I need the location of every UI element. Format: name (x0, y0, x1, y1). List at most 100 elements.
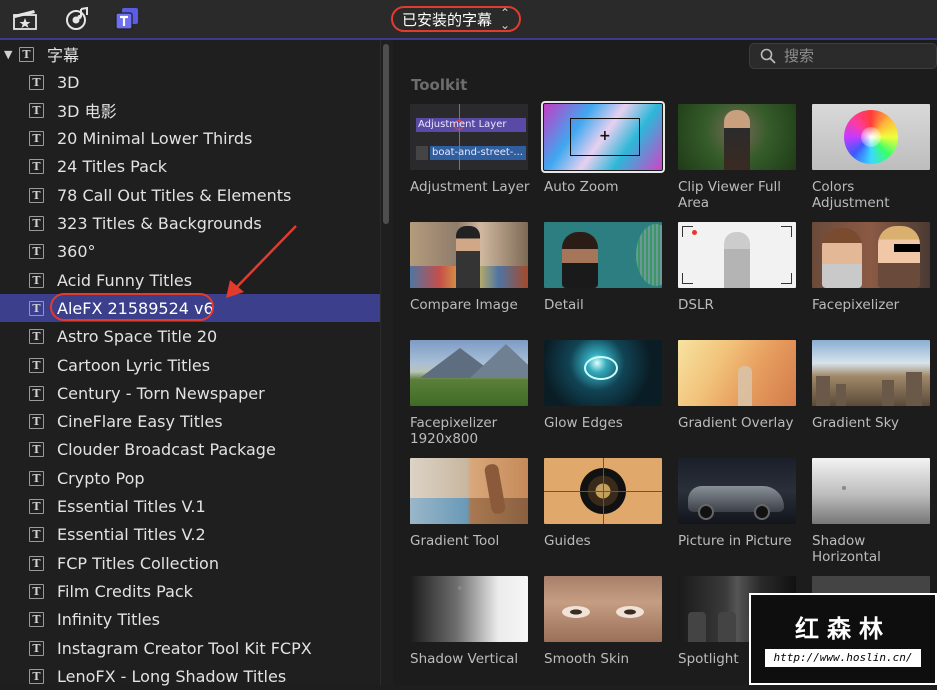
effect-label: Glow Edges (544, 415, 672, 431)
sidebar-item[interactable]: T 20 Minimal Lower Thirds (0, 125, 380, 153)
effect-label-line: Colors (812, 179, 855, 195)
library-selector[interactable]: 已安装的字幕 ⌃ ⌄ (391, 6, 521, 32)
sidebar-item[interactable]: T CineFlare Easy Titles (0, 408, 380, 436)
sidebar-item[interactable]: T Crypto Pop (0, 464, 380, 492)
sidebar-item[interactable]: T AleFX 21589524 v6 (0, 294, 380, 323)
sidebar-item[interactable]: T 3D (0, 68, 380, 96)
effect-thumbnail[interactable] (544, 222, 662, 288)
sidebar-item[interactable]: T FCP Titles Collection (0, 549, 380, 577)
title-t-icon: T (29, 357, 44, 373)
thumbnail-graphic (562, 606, 590, 618)
sidebar-item-label: Film Credits Pack (57, 581, 193, 601)
effect-label-line: Clip Viewer Full (678, 179, 782, 195)
sidebar-item-label: Cartoon Lyric Titles (57, 355, 211, 375)
sidebar-item[interactable]: T Clouder Broadcast Package (0, 436, 380, 464)
search-field[interactable] (749, 43, 937, 69)
title-t-icon: T (29, 414, 44, 430)
thumbnail-graphic (822, 228, 862, 288)
title-t-icon: T (29, 470, 44, 486)
effect-thumbnail[interactable] (410, 222, 528, 288)
effect-thumbnail[interactable] (812, 458, 930, 524)
title-t-icon: T (29, 272, 44, 288)
sidebar-item-label: 323 Titles & Backgrounds (57, 214, 262, 233)
title-t-icon: T (29, 583, 44, 599)
sidebar-item-label: Acid Funny Titles (57, 270, 193, 290)
sidebar-item[interactable]: T Instagram Creator Tool Kit FCPX (0, 634, 380, 662)
effect-label: DSLR (678, 297, 806, 313)
thumbnail-graphic (682, 273, 693, 284)
sidebar-item-label: Infinity Titles (57, 610, 160, 630)
sidebar-item[interactable]: T Cartoon Lyric Titles (0, 351, 380, 379)
title-t-icon: T (29, 555, 44, 571)
effect-thumbnail[interactable] (410, 340, 528, 406)
section-title: Toolkit (411, 76, 468, 94)
sidebar-item-label: FCP Titles Collection (57, 553, 219, 573)
titles-t-icon[interactable] (114, 7, 140, 31)
effect-thumbnail[interactable] (812, 340, 930, 406)
effect-label: Gradient Tool (410, 533, 538, 549)
title-t-icon: T (29, 442, 44, 458)
title-t-icon: T (29, 640, 44, 656)
effect-label-line: Shadow Vertical (410, 651, 519, 667)
sidebar-item-label: 360° (57, 242, 96, 262)
effect-thumbnail[interactable] (544, 458, 662, 524)
music-camera-icon[interactable] (64, 7, 90, 31)
title-t-icon: T (29, 74, 44, 90)
watermark-logo: 红森林 http://www.hoslin.cn/ (749, 593, 937, 685)
thumbnail-graphic (562, 232, 598, 288)
sidebar-item[interactable]: T Century - Torn Newspaper (0, 379, 380, 407)
sidebar-item[interactable]: T Essential Titles V.2 (0, 521, 380, 549)
effect-label-line: Facepixelizer (410, 415, 498, 431)
effect-thumbnail[interactable] (410, 458, 528, 524)
thumbnail-graphic (906, 372, 922, 406)
thumbnail-graphic (844, 110, 898, 164)
effect-label: Facepixelizer (812, 297, 937, 313)
sidebar-item-label: Essential Titles V.1 (57, 497, 206, 516)
sidebar-item[interactable]: T 360° (0, 238, 380, 266)
effect-thumbnail[interactable] (678, 222, 796, 288)
thumbnail-graphic (470, 344, 528, 378)
sidebar-item[interactable]: T Acid Funny Titles (0, 266, 380, 294)
sidebar-item[interactable]: T Essential Titles V.1 (0, 493, 380, 521)
effect-label-line: Smooth Skin (544, 651, 630, 667)
title-t-icon: T (29, 668, 44, 684)
sidebar-item[interactable]: T 78 Call Out Titles & Elements (0, 181, 380, 209)
sidebar-item-label: Astro Space Title 20 (57, 327, 218, 347)
thumbnail-graphic (878, 226, 920, 288)
sidebar-item[interactable]: T Infinity Titles (0, 606, 380, 634)
sidebar-item[interactable]: T 24 Titles Pack (0, 153, 380, 181)
thumbnail-text: Adjustment Layer (418, 119, 507, 130)
effect-thumbnail[interactable] (678, 340, 796, 406)
sidebar-item[interactable]: T Astro Space Title 20 (0, 323, 380, 351)
clapperboard-star-icon[interactable] (12, 7, 38, 31)
effect-thumbnail[interactable] (812, 104, 930, 170)
effect-label: Shadow Vertical (410, 651, 538, 667)
effect-thumbnail[interactable] (678, 104, 796, 170)
sidebar-root-titles[interactable]: ▼ T 字幕 (0, 40, 380, 68)
effect-thumbnail[interactable] (812, 222, 930, 288)
effect-thumbnail[interactable] (410, 576, 528, 642)
thumbnail-graphic (754, 504, 770, 520)
sidebar-item[interactable]: T Film Credits Pack (0, 577, 380, 605)
thumbnail-graphic (842, 486, 846, 490)
effect-thumbnail[interactable] (544, 340, 662, 406)
effect-label-line: Facepixelizer (812, 297, 900, 313)
effect-label: Smooth Skin (544, 651, 672, 667)
effect-thumbnail[interactable] (544, 576, 662, 642)
effect-thumbnail[interactable]: Adjustment Layer boat-and-street-... (410, 104, 528, 170)
sidebar-item[interactable]: T LenoFX - Long Shadow Titles (0, 662, 380, 690)
effect-label: Gradient Overlay (678, 415, 806, 431)
search-input[interactable] (784, 47, 924, 65)
sidebar-item-label: Crypto Pop (57, 468, 145, 488)
effect-label-line: Area (678, 195, 710, 211)
effect-label-line: Auto Zoom (544, 179, 619, 195)
sidebar-scrollbar[interactable] (383, 44, 389, 224)
effect-label-line: Horizontal (812, 549, 881, 565)
effect-thumbnail[interactable] (678, 458, 796, 524)
title-t-icon: T (29, 187, 44, 203)
sidebar-item[interactable]: T 323 Titles & Backgrounds (0, 210, 380, 238)
effect-thumbnail[interactable]: + (541, 101, 665, 173)
effect-label: Compare Image (410, 297, 538, 313)
sidebar-item[interactable]: T 3D 电影 (0, 96, 380, 124)
disclosure-triangle-icon[interactable]: ▼ (4, 48, 12, 61)
